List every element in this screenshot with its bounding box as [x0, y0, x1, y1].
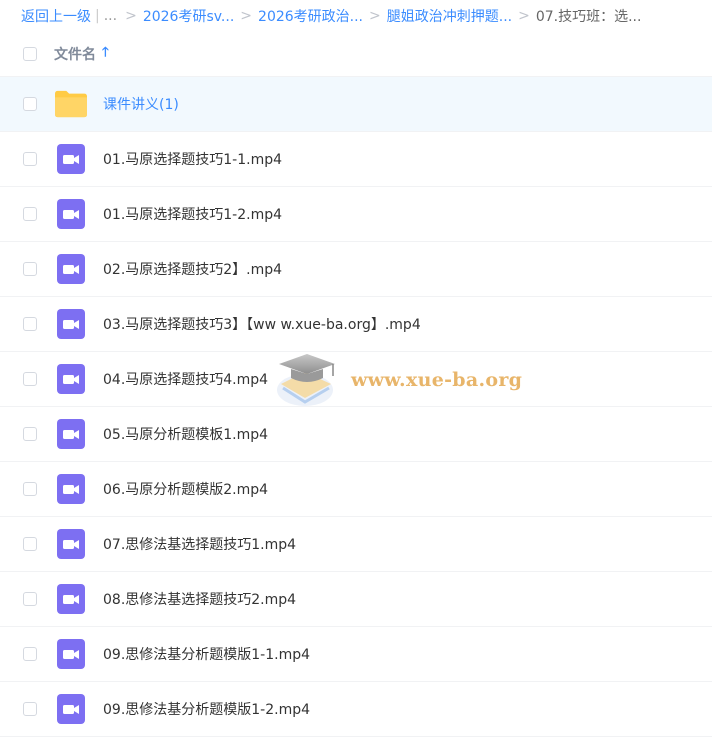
row-checkbox[interactable]	[23, 592, 37, 606]
file-list-header: 文件名 🡑	[0, 32, 712, 77]
file-row[interactable]: 02.马原选择题技巧2】.mp4	[0, 242, 712, 297]
file-row[interactable]: 08.思修法基选择题技巧2.mp4	[0, 572, 712, 627]
video-file-icon[interactable]	[55, 198, 87, 230]
breadcrumb-ellipsis[interactable]: ...	[104, 8, 117, 24]
row-checkbox[interactable]	[23, 372, 37, 386]
video-file-icon[interactable]	[55, 363, 87, 395]
chevron-right-icon: >	[518, 8, 530, 24]
breadcrumb-item[interactable]: 2026考研政治...	[258, 6, 363, 26]
file-name[interactable]: 课件讲义(1)	[103, 94, 179, 114]
select-all-checkbox[interactable]	[23, 47, 37, 61]
file-row[interactable]: 04.马原选择题技巧4.mp4	[0, 352, 712, 407]
file-row[interactable]: 09.思修法基分析题模版1-1.mp4	[0, 627, 712, 682]
video-file-icon[interactable]	[55, 253, 87, 285]
file-name[interactable]: 09.思修法基分析题模版1-2.mp4	[103, 699, 310, 719]
video-file-icon[interactable]	[55, 418, 87, 450]
folder-row[interactable]: 课件讲义(1)	[0, 77, 712, 132]
file-name[interactable]: 07.思修法基选择题技巧1.mp4	[103, 534, 296, 554]
row-checkbox[interactable]	[23, 97, 37, 111]
row-checkbox[interactable]	[23, 482, 37, 496]
file-row[interactable]: 06.马原分析题模版2.mp4	[0, 462, 712, 517]
back-link[interactable]: 返回上一级	[21, 6, 91, 26]
row-checkbox[interactable]	[23, 427, 37, 441]
file-list: 课件讲义(1) 01.马原选择题技巧1-1.mp4 01.马原选择题技巧1-2.mp…	[0, 77, 712, 737]
file-name[interactable]: 08.思修法基选择题技巧2.mp4	[103, 589, 296, 609]
row-checkbox[interactable]	[23, 647, 37, 661]
breadcrumb-item[interactable]: 2026考研sv...	[143, 6, 234, 26]
file-row[interactable]: 07.思修法基选择题技巧1.mp4	[0, 517, 712, 572]
folder-icon[interactable]	[55, 88, 87, 120]
video-file-icon[interactable]	[55, 528, 87, 560]
breadcrumb: 返回上一级 | ... > 2026考研sv... > 2026考研政治... …	[0, 0, 712, 32]
file-name[interactable]: 04.马原选择题技巧4.mp4	[103, 369, 268, 389]
file-name[interactable]: 09.思修法基分析题模版1-1.mp4	[103, 644, 310, 664]
video-file-icon[interactable]	[55, 638, 87, 670]
file-row[interactable]: 03.马原选择题技巧3】【ww w.xue-ba.org】.mp4	[0, 297, 712, 352]
file-name[interactable]: 01.马原选择题技巧1-1.mp4	[103, 149, 282, 169]
arrow-up-icon[interactable]: 🡑	[102, 43, 109, 65]
file-row[interactable]: 09.思修法基分析题模版1-2.mp4	[0, 682, 712, 737]
chevron-right-icon: >	[369, 8, 381, 24]
name-column-label: 文件名	[54, 47, 96, 63]
breadcrumb-current: 07.技巧班：选...	[535, 9, 642, 25]
video-file-icon[interactable]	[55, 693, 87, 725]
file-name[interactable]: 05.马原分析题模板1.mp4	[103, 424, 268, 444]
chevron-right-icon: >	[125, 8, 137, 24]
breadcrumb-item[interactable]: 腿姐政治冲刺押题...	[387, 6, 512, 26]
row-checkbox[interactable]	[23, 702, 37, 716]
video-file-icon[interactable]	[55, 473, 87, 505]
file-row[interactable]: 01.马原选择题技巧1-2.mp4	[0, 187, 712, 242]
file-name[interactable]: 01.马原选择题技巧1-2.mp4	[103, 204, 282, 224]
file-row[interactable]: 05.马原分析题模板1.mp4	[0, 407, 712, 462]
row-checkbox[interactable]	[23, 152, 37, 166]
row-checkbox[interactable]	[23, 317, 37, 331]
row-checkbox[interactable]	[23, 207, 37, 221]
video-file-icon[interactable]	[55, 583, 87, 615]
file-name[interactable]: 02.马原选择题技巧2】.mp4	[103, 259, 282, 279]
file-name[interactable]: 03.马原选择题技巧3】【ww w.xue-ba.org】.mp4	[103, 314, 421, 334]
video-file-icon[interactable]	[55, 143, 87, 175]
row-checkbox[interactable]	[23, 262, 37, 276]
file-row[interactable]: 01.马原选择题技巧1-1.mp4	[0, 132, 712, 187]
row-checkbox[interactable]	[23, 537, 37, 551]
name-column-header[interactable]: 文件名 🡑	[54, 43, 109, 65]
file-name[interactable]: 06.马原分析题模版2.mp4	[103, 479, 268, 499]
breadcrumb-divider: |	[95, 8, 100, 24]
video-file-icon[interactable]	[55, 308, 87, 340]
chevron-right-icon: >	[240, 8, 253, 24]
